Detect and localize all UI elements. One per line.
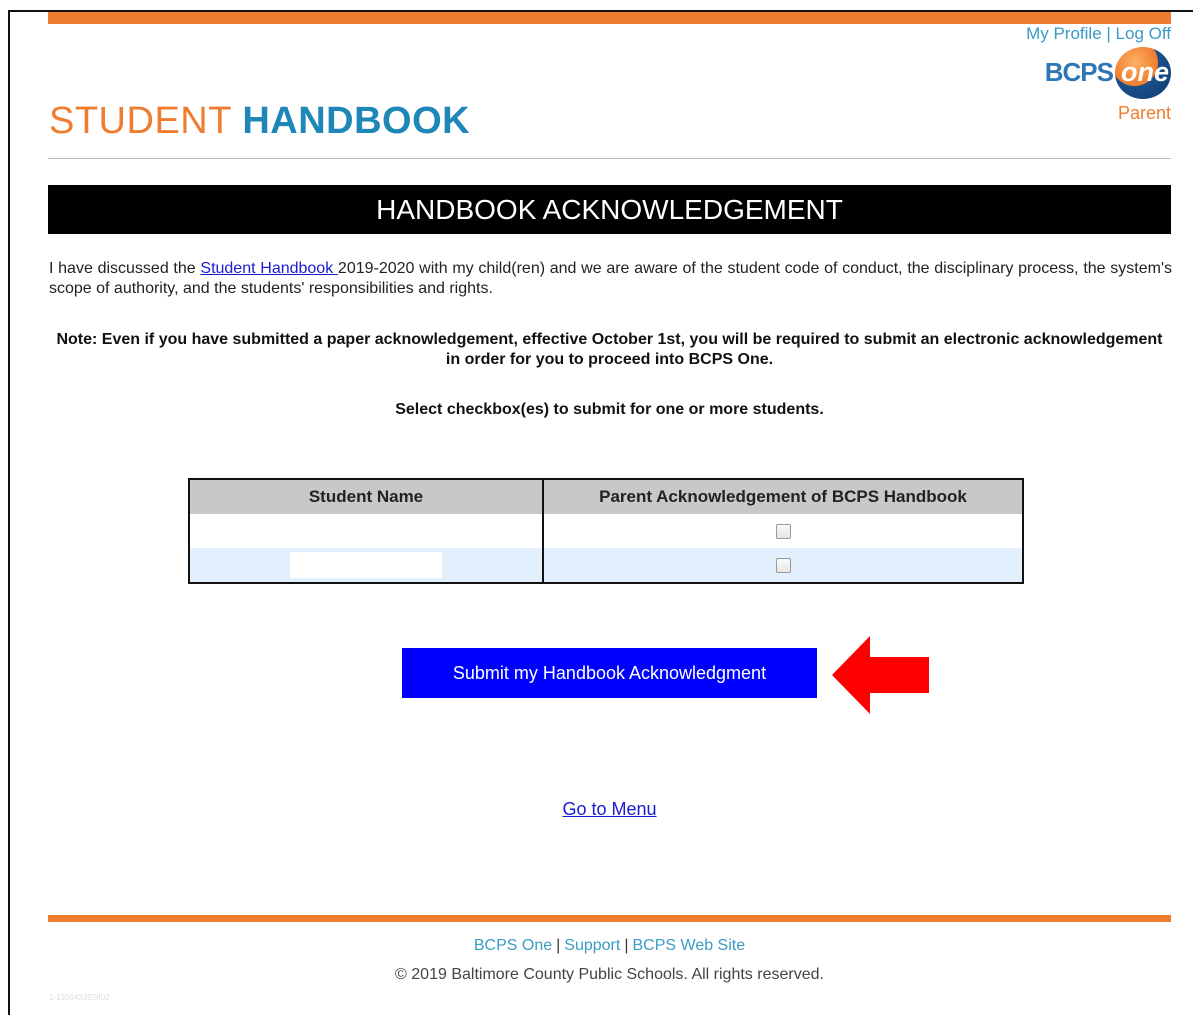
footer-links: BCPS One | Support | BCPS Web Site xyxy=(0,937,1193,955)
page-title: STUDENT HANDBOOK xyxy=(49,100,470,143)
table-row xyxy=(189,548,1023,583)
submit-acknowledgment-button[interactable]: Submit my Handbook Acknowledgment xyxy=(402,648,817,698)
page-title-handbook: HANDBOOK xyxy=(242,100,471,142)
section-banner: HANDBOOK ACKNOWLEDGEMENT xyxy=(48,185,1171,234)
header-links: My Profile | Log Off xyxy=(1026,24,1171,44)
logo-one-text: one xyxy=(1120,57,1169,87)
user-role-label: Parent xyxy=(1117,103,1171,123)
page-title-student: STUDENT xyxy=(49,100,232,142)
red-arrow-icon xyxy=(832,636,929,714)
log-off-link[interactable]: Log Off xyxy=(1116,24,1171,43)
intro-paragraph: I have discussed the Student Handbook 20… xyxy=(49,259,1172,299)
student-name-cell xyxy=(189,548,543,583)
footer-link-support[interactable]: Support xyxy=(564,937,620,954)
bottom-accent-bar xyxy=(48,915,1171,922)
acknowledgement-checkbox[interactable] xyxy=(775,558,791,574)
footer-link-bcps-one[interactable]: BCPS One xyxy=(474,937,552,954)
student-name xyxy=(290,518,442,544)
student-name xyxy=(290,552,442,578)
footer-separator: | xyxy=(624,937,629,954)
table-header-row: Student Name Parent Acknowledgement of B… xyxy=(189,479,1023,514)
footer-separator: | xyxy=(556,937,561,954)
select-instructions: Select checkbox(es) to submit for one or… xyxy=(395,401,824,418)
my-profile-link[interactable]: My Profile xyxy=(1026,24,1102,43)
acknowledgement-checkbox[interactable] xyxy=(775,524,791,540)
students-table: Student Name Parent Acknowledgement of B… xyxy=(188,478,1024,584)
acknowledgement-cell xyxy=(542,514,1023,548)
bcps-one-logo[interactable]: BCPS one xyxy=(1021,47,1171,99)
column-header-acknowledgement: Parent Acknowledgement of BCPS Handbook xyxy=(542,479,1023,514)
header-separator: | xyxy=(1106,24,1111,43)
header-divider xyxy=(48,158,1171,159)
column-header-student-name: Student Name xyxy=(189,479,543,514)
student-handbook-link[interactable]: Student Handbook xyxy=(200,260,338,277)
logo-bcps-text: BCPS xyxy=(1044,57,1114,87)
acknowledgement-cell xyxy=(542,548,1023,583)
student-name-cell xyxy=(189,514,543,548)
copyright-notice: © 2019 Baltimore County Public Schools. … xyxy=(395,966,824,983)
top-accent-bar xyxy=(48,12,1171,24)
acknowledgement-note: Note: Even if you have submitted a paper… xyxy=(56,331,1163,368)
footer-link-bcps-web-site[interactable]: BCPS Web Site xyxy=(632,937,745,954)
menu-link-container: Go to Menu xyxy=(0,799,1193,820)
go-to-menu-link[interactable]: Go to Menu xyxy=(562,799,656,819)
section-banner-title: HANDBOOK ACKNOWLEDGEMENT xyxy=(376,193,843,225)
table-row xyxy=(189,514,1023,548)
intro-prefix: I have discussed the xyxy=(49,260,201,277)
version-id: 1-130643392802 xyxy=(49,993,110,1002)
